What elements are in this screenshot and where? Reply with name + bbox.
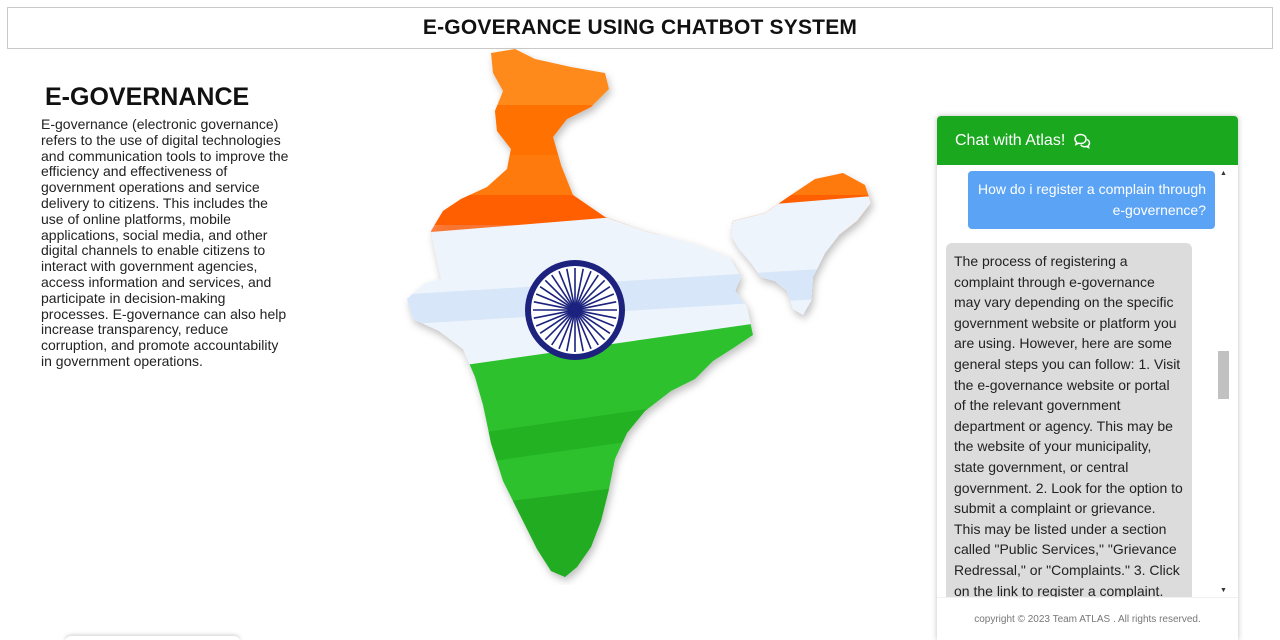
chat-widget: Chat with Atlas! How do i register a com… bbox=[937, 116, 1238, 640]
page-title: E-GOVERANCE USING CHATBOT SYSTEM bbox=[422, 16, 858, 39]
scroll-thumb[interactable] bbox=[1218, 351, 1229, 399]
bottom-card-edge bbox=[65, 636, 240, 640]
page-header: E-GOVERANCE USING CHATBOT SYSTEM bbox=[7, 7, 1273, 49]
chat-title: Chat with Atlas! bbox=[955, 131, 1066, 149]
user-message: How do i register a complain through e-g… bbox=[968, 171, 1215, 229]
info-section: E-GOVERNANCE E-governance (electronic go… bbox=[41, 83, 291, 370]
chat-messages[interactable]: How do i register a complain through e-g… bbox=[937, 165, 1238, 597]
scroll-down-arrow-icon[interactable]: ▼ bbox=[1219, 586, 1228, 595]
bot-message: The process of registering a complaint t… bbox=[946, 243, 1192, 597]
india-flag-map-image bbox=[407, 49, 871, 577]
chat-scrollbar[interactable]: ▲ ▼ bbox=[1217, 165, 1230, 597]
info-heading: E-GOVERNANCE bbox=[45, 83, 250, 111]
chat-header[interactable]: Chat with Atlas! bbox=[937, 116, 1238, 165]
scroll-up-arrow-icon[interactable]: ▲ bbox=[1219, 169, 1228, 178]
chat-footer: copyright © 2023 Team ATLAS . All rights… bbox=[937, 597, 1238, 640]
comments-icon bbox=[1074, 133, 1091, 149]
info-body: E-governance (electronic governance) ref… bbox=[41, 116, 289, 369]
